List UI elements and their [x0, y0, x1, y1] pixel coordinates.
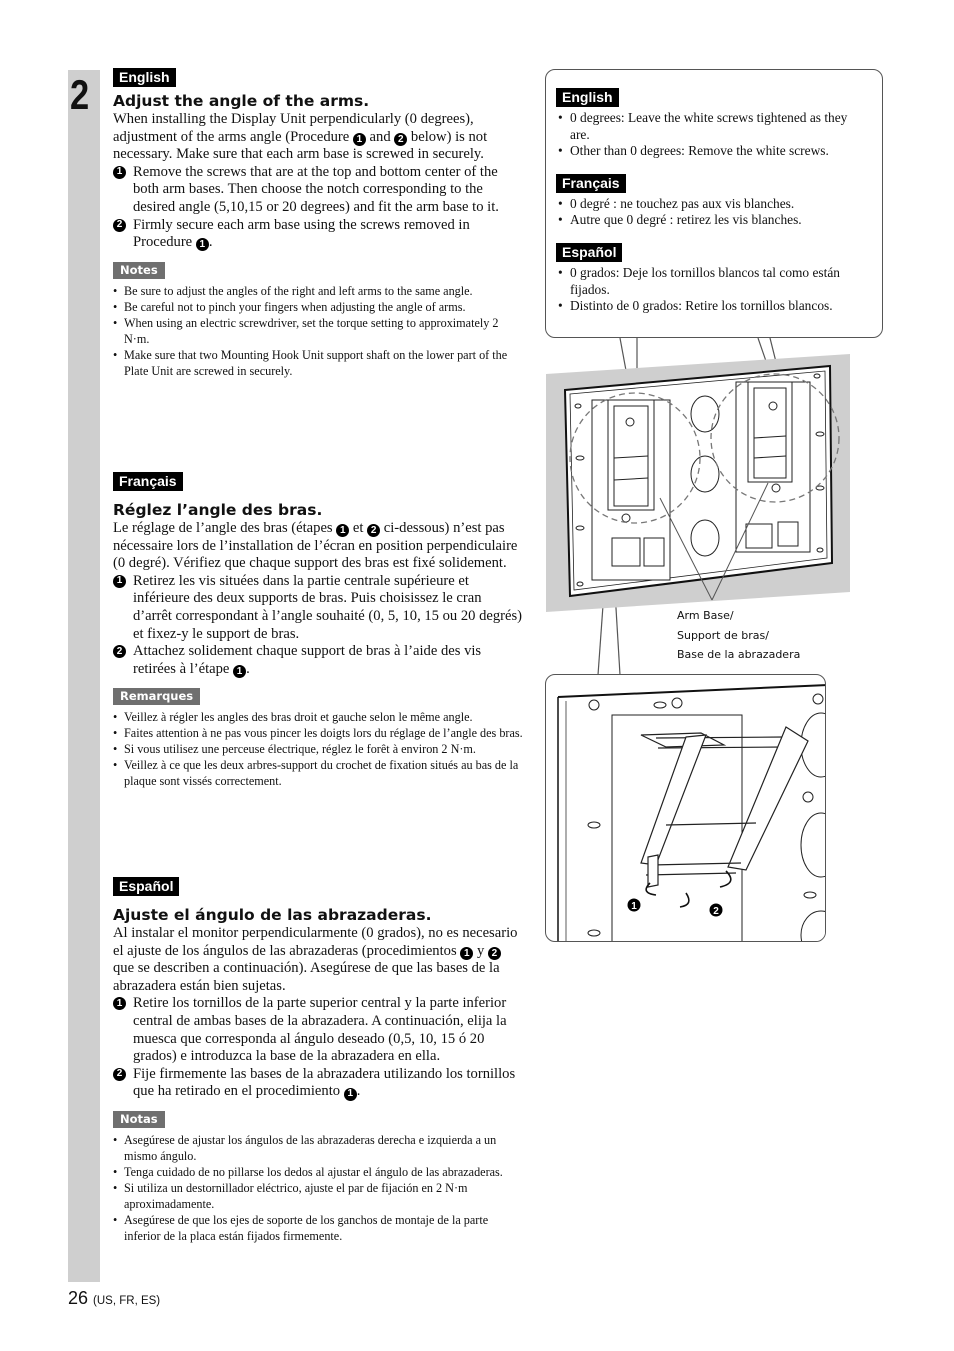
note-item: Asegúrese de ajustar los ángulos de las …: [113, 1132, 523, 1164]
section-french: Français Réglez l’angle des bras. Le rég…: [113, 472, 523, 789]
step-ref-marker: 2: [367, 524, 381, 538]
notes-list: Veillez à régler les angles des bras dro…: [113, 709, 523, 789]
callout-item: Autre que 0 degré : retirez les vis blan…: [556, 212, 870, 229]
arm-base-label: Arm Base/ Support de bras/ Base de la ab…: [677, 609, 801, 661]
notes-list: Be sure to adjust the angles of the righ…: [113, 283, 523, 379]
step-ref-marker: 1: [343, 1087, 357, 1101]
step-marker: 2: [113, 645, 126, 659]
left-arm-base: [591, 399, 671, 581]
step-2-marker-label: 2: [713, 906, 719, 917]
section-spanish: Español Ajuste el ángulo de las abrazade…: [113, 877, 523, 1244]
procedure-step: 1 Retire los tornillos de la parte superi…: [113, 995, 523, 1065]
language-tag: Français: [556, 173, 626, 193]
note-item: Be sure to adjust the angles of the righ…: [113, 283, 523, 299]
note-item: When using an electric screwdriver, set …: [113, 315, 523, 347]
page-number: 26 (US, FR, ES): [68, 1288, 161, 1308]
step-ref-marker: 1: [233, 665, 247, 679]
callout-item: 0 grados: Deje los tornillos blancos tal…: [556, 265, 870, 298]
note-item: Make sure that two Mounting Hook Unit su…: [113, 347, 523, 379]
notes-list: Asegúrese de ajustar los ángulos de las …: [113, 1132, 523, 1244]
note-item: Asegúrese de que los ejes de soporte de …: [113, 1212, 523, 1244]
procedure-step: 2 Firmly secure each arm base using the s…: [113, 217, 523, 252]
white-screws-callout: English 0 degrees: Leave the white screw…: [545, 69, 883, 338]
step-1-marker-label: 1: [631, 901, 637, 912]
section-heading: Adjust the angle of the arms.: [113, 92, 370, 110]
arm-base-detail-illustration: 1 2: [557, 684, 825, 941]
callout-item: 0 degrees: Leave the white screws tighte…: [556, 110, 870, 143]
step-ref-marker: 1: [195, 238, 209, 252]
step-marker: 1: [113, 574, 126, 588]
note-item: Be careful not to pinch your fingers whe…: [113, 299, 523, 315]
step-ref-marker: 2: [394, 132, 408, 146]
section-english: English Adjust the angle of the arms. Wh…: [113, 68, 523, 379]
note-item: Faites attention à ne pas vous pincer le…: [113, 725, 523, 741]
note-item: Si vous utilisez une perceuse électrique…: [113, 741, 523, 757]
section-heading: Ajuste el ángulo de las abrazaderas.: [113, 906, 432, 924]
callout-item: Other than 0 degrees: Remove the white s…: [556, 143, 870, 160]
language-tag: Español: [556, 242, 623, 262]
note-item: Tenga cuidado de no pillarse los dedos a…: [113, 1164, 523, 1180]
step-sidebar-bar: [68, 70, 100, 1282]
step-marker: 2: [113, 218, 126, 232]
procedure-step: 2 Attachez solidement chaque support de b…: [113, 643, 523, 679]
callout-item: 0 degré : ne touchez pas aux vis blanche…: [556, 196, 870, 213]
notes-tag: Notas: [113, 1110, 165, 1128]
intro-paragraph: Al instalar el monitor perpendicularment…: [113, 925, 518, 994]
step-marker: 1: [113, 997, 126, 1011]
language-tag: Español: [113, 877, 180, 896]
step-ref-marker: 1: [460, 946, 474, 960]
procedure-step: 1 Remove the screws that are at the top a…: [113, 164, 523, 217]
intro-paragraph: When installing the Display Unit perpend…: [113, 111, 488, 163]
step-ref-marker: 1: [336, 524, 350, 538]
language-tag: English: [113, 68, 176, 87]
procedure-step: 1 Retirez les vis situées dans la partie …: [113, 573, 523, 643]
language-tag: English: [556, 88, 619, 107]
step-number: 2: [70, 71, 90, 118]
arm-base-detail-box: 1 2: [545, 674, 826, 942]
procedure-step: 2 Fije firmemente las bases de la abrazad…: [113, 1066, 523, 1101]
callout-item: Distinto de 0 grados: Retire los tornill…: [556, 298, 870, 315]
callout-list: 0 grados: Deje los tornillos blancos tal…: [556, 265, 870, 315]
section-heading: Réglez l’angle des bras.: [113, 501, 323, 519]
intro-paragraph: Le réglage de l’angle des bras (étapes 1…: [113, 520, 518, 572]
callout-list: 0 degré : ne touchez pas aux vis blanche…: [556, 196, 870, 229]
language-tag: Français: [113, 472, 183, 491]
notes-tag: Remarques: [113, 688, 201, 706]
note-item: Si utiliza un destornillador eléctrico, …: [113, 1180, 523, 1212]
step-ref-marker: 1: [352, 132, 366, 146]
step-marker: 1: [113, 165, 126, 179]
note-item: Veillez à régler les angles des bras dro…: [113, 709, 523, 725]
notes-tag: Notes: [113, 261, 165, 279]
note-item: Veillez à ce que les deux arbres-support…: [113, 757, 523, 789]
step-marker: 2: [113, 1067, 126, 1081]
step-ref-marker: 2: [487, 946, 501, 960]
callout-list: 0 degrees: Leave the white screws tighte…: [556, 110, 870, 160]
